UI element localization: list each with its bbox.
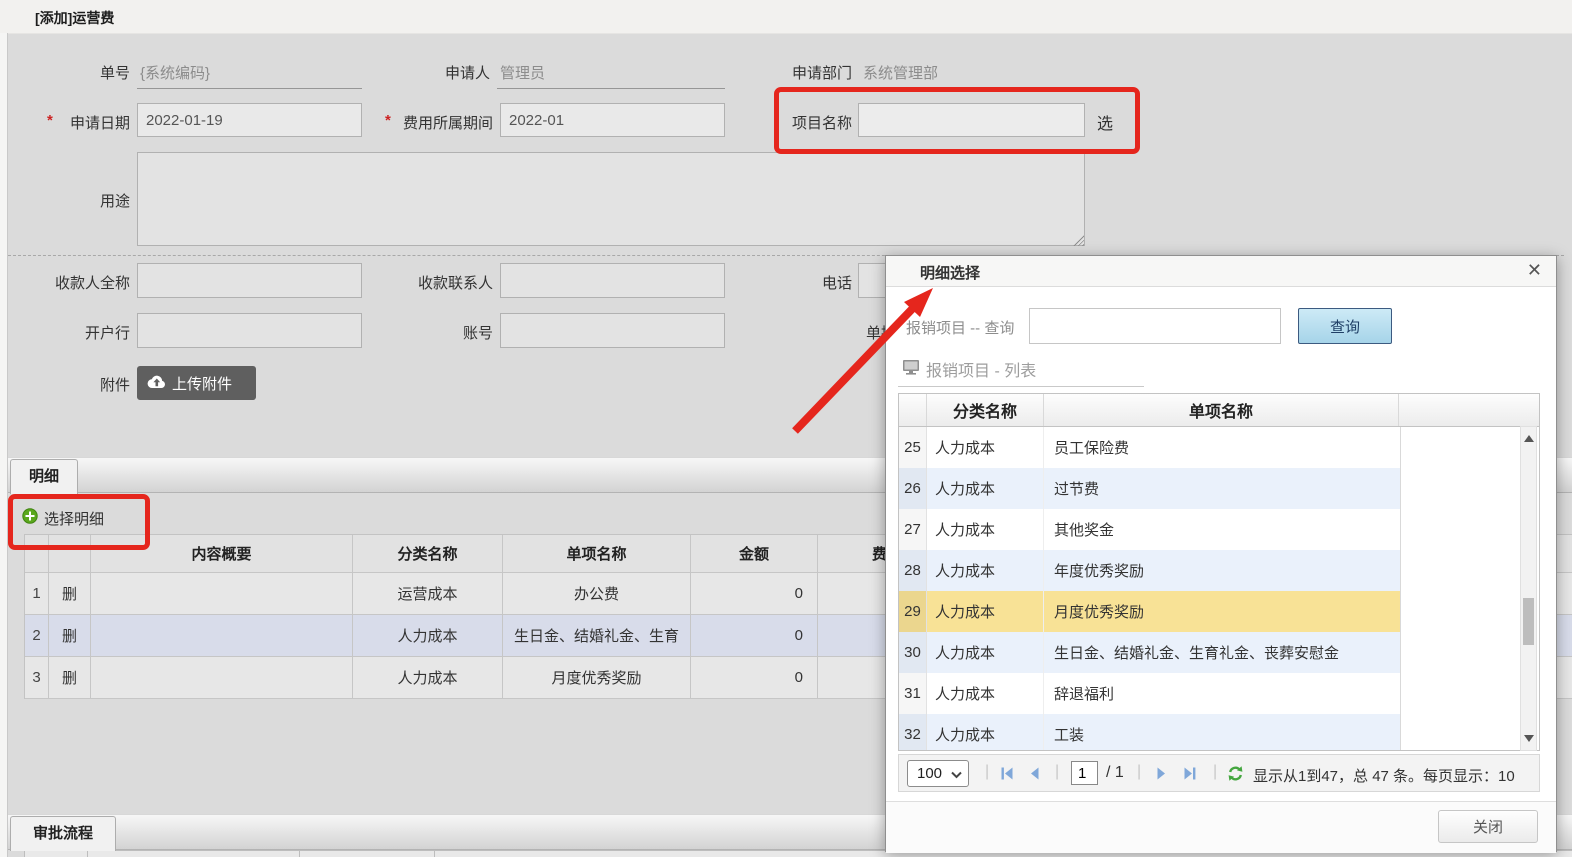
- attachment-label: 附件: [70, 374, 130, 395]
- modal-title: 明细选择: [920, 262, 980, 283]
- applicant-underline: [497, 88, 725, 89]
- next-page-icon[interactable]: [1155, 766, 1168, 786]
- purpose-textarea[interactable]: [137, 152, 1085, 246]
- close-modal-button[interactable]: 关闭: [1438, 810, 1538, 843]
- order-no-underline: [137, 88, 362, 89]
- phone-label: 电话: [742, 272, 852, 293]
- order-no-label: 单号: [20, 62, 130, 83]
- expense-item-table: 分类名称 单项名称 25 人力成本 员工保险费 26 人力成本 过节费 27 人…: [898, 393, 1540, 751]
- scroll-down-arrow-icon[interactable]: [1524, 735, 1534, 742]
- chevron-down-icon: [951, 771, 962, 779]
- apply-date-label: 申请日期: [55, 112, 130, 133]
- search-input[interactable]: [1029, 308, 1281, 344]
- header-category: 分类名称: [353, 535, 503, 572]
- expense-row-26[interactable]: 26 人力成本 过节费: [899, 468, 1401, 509]
- applicant-value: 管理员: [500, 62, 545, 83]
- expense-row-28[interactable]: 28 人力成本 年度优秀奖励: [899, 550, 1401, 591]
- window-title-bar: [添加]运营费: [0, 0, 1572, 34]
- expense-period-required-mark: *: [385, 112, 391, 129]
- bank-label: 开户行: [20, 322, 130, 343]
- expense-row-30[interactable]: 30 人力成本 生日金、结婚礼金、生育礼金、丧葬安慰金: [899, 632, 1401, 673]
- expense-item-table-header: 分类名称 单项名称: [899, 394, 1539, 427]
- project-picker-link[interactable]: 选: [1097, 110, 1113, 134]
- list-title: 报销项目 - 列表: [926, 357, 1036, 381]
- left-edge-strip: [0, 33, 8, 857]
- monitor-icon: [902, 359, 920, 380]
- payee-contact-input[interactable]: [500, 263, 725, 298]
- order-no-value: {系统编码}: [140, 62, 210, 83]
- apply-date-input[interactable]: [137, 103, 362, 137]
- expense-row-27[interactable]: 27 人力成本 其他奖金: [899, 509, 1401, 550]
- tab-approval-flow[interactable]: 审批流程: [10, 816, 116, 851]
- prev-page-icon[interactable]: [1028, 766, 1041, 786]
- pagination-stats: 显示从1到47，总 47 条。每页显示：10: [1253, 765, 1515, 786]
- page-number-input[interactable]: [1071, 761, 1098, 785]
- detail-select-modal: 明细选择 ✕ 报销项目 -- 查询 查询 报销项目 - 列表 分类名称 单项名称…: [885, 255, 1557, 852]
- delete-row-link[interactable]: 删: [62, 667, 77, 688]
- header-category: 分类名称: [927, 394, 1044, 426]
- tab-detail[interactable]: 明细: [10, 459, 78, 494]
- payee-name-input[interactable]: [137, 263, 362, 298]
- modal-footer: 关闭: [886, 801, 1556, 853]
- page-count: / 1: [1106, 764, 1124, 782]
- expense-row-29-highlighted[interactable]: 29 人力成本 月度优秀奖励: [899, 591, 1401, 632]
- department-label: 申请部门: [742, 62, 852, 83]
- refresh-icon[interactable]: [1227, 765, 1244, 787]
- query-button[interactable]: 查询: [1298, 308, 1392, 344]
- page-title: [添加]运营费: [35, 8, 114, 28]
- header-item: 单项名称: [1044, 394, 1399, 426]
- search-label: 报销项目 -- 查询: [906, 317, 1014, 338]
- select-detail-label: 选择明细: [44, 508, 104, 529]
- expense-period-label: 费用所属期间: [393, 112, 493, 133]
- project-name-input[interactable]: [858, 103, 1085, 137]
- page-size-select[interactable]: 100: [907, 760, 969, 787]
- add-plus-icon: [22, 508, 38, 529]
- upload-attachment-button[interactable]: 上传附件: [137, 366, 256, 400]
- applicant-label: 申请人: [380, 62, 490, 83]
- pagination-bar: 100 | | / 1 | | 显示从1到47，总: [898, 754, 1540, 792]
- first-page-icon[interactable]: [999, 766, 1015, 786]
- header-amount: 金额: [691, 535, 818, 572]
- header-summary: 内容概要: [91, 535, 353, 572]
- bank-input[interactable]: [137, 313, 362, 348]
- expense-row-31[interactable]: 31 人力成本 辞退福利: [899, 673, 1401, 714]
- delete-row-link[interactable]: 删: [62, 583, 77, 604]
- expense-row-32[interactable]: 32 人力成本 工装: [899, 714, 1401, 751]
- scrollbar-thumb[interactable]: [1523, 598, 1534, 645]
- list-title-underline: [898, 386, 1144, 387]
- payee-name-label: 收款人全称: [20, 272, 130, 293]
- list-scrollbar[interactable]: [1520, 426, 1537, 751]
- account-label: 账号: [383, 322, 493, 343]
- delete-row-link[interactable]: 删: [62, 625, 77, 646]
- cloud-upload-icon: [147, 374, 166, 393]
- modal-title-bar: 明细选择 ✕: [886, 256, 1556, 287]
- apply-date-required-mark: *: [47, 112, 53, 129]
- app-window: [添加]运营费 单号 {系统编码} 申请人 管理员 申请部门 系统管理部 * 申…: [0, 0, 1572, 857]
- scroll-up-arrow-icon[interactable]: [1524, 435, 1534, 442]
- account-input[interactable]: [500, 313, 725, 348]
- payee-contact-label: 收款联系人: [383, 272, 493, 293]
- department-value: 系统管理部: [863, 62, 938, 83]
- purpose-label: 用途: [70, 190, 130, 211]
- select-detail-button[interactable]: 选择明细: [22, 508, 104, 529]
- last-page-icon[interactable]: [1182, 766, 1198, 786]
- upload-attachment-label: 上传附件: [172, 373, 232, 394]
- modal-close-icon[interactable]: ✕: [1527, 260, 1542, 280]
- project-name-label: 项目名称: [742, 112, 852, 133]
- expense-period-input[interactable]: [500, 103, 725, 137]
- expense-row-25[interactable]: 25 人力成本 员工保险费: [899, 427, 1401, 468]
- header-item: 单项名称: [503, 535, 691, 572]
